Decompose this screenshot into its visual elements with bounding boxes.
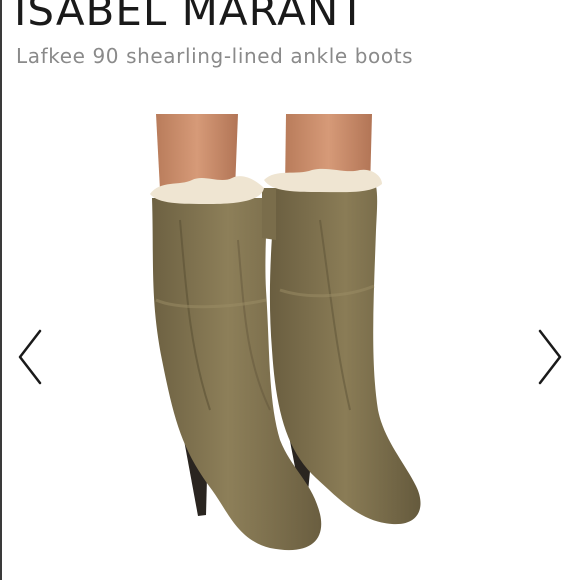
chevron-right-icon: [538, 329, 562, 385]
page-divider: [0, 0, 2, 580]
product-title: Lafkee 90 shearling-lined ankle boots: [16, 44, 414, 68]
chevron-left-icon: [18, 329, 42, 385]
product-image[interactable]: [120, 110, 450, 580]
right-shearling: [264, 168, 382, 193]
product-page: ISABEL MARANT Lafkee 90 shearling-lined …: [0, 0, 580, 580]
brand-name: ISABEL MARANT: [14, 0, 366, 35]
previous-image-button[interactable]: [10, 325, 50, 389]
boots-illustration: [150, 114, 421, 551]
next-image-button[interactable]: [530, 325, 570, 389]
